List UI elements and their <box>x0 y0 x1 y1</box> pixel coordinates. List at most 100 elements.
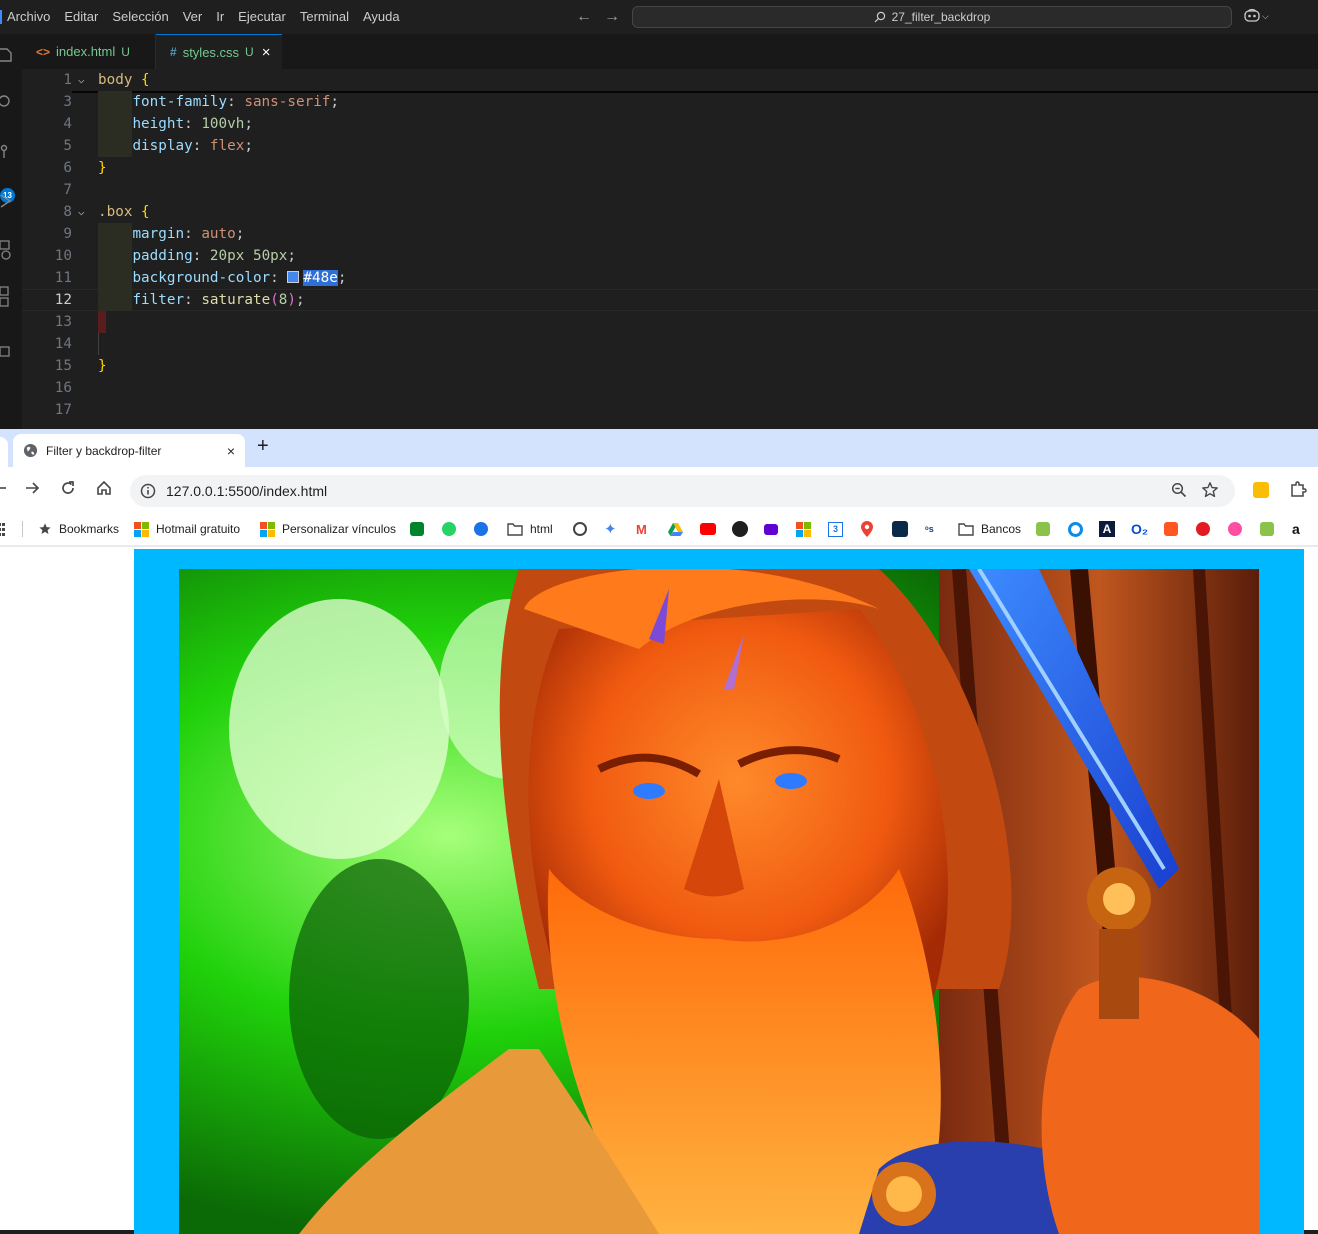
forward-arrow-icon[interactable]: → <box>604 8 620 26</box>
code-editor[interactable]: 1 ⌵ body { 3 font-family: sans-serif; 4 … <box>22 69 1318 429</box>
run-debug-icon[interactable] <box>0 194 12 208</box>
color-swatch[interactable] <box>287 270 300 283</box>
css-function: saturate <box>201 292 271 308</box>
bookmark-drive[interactable] <box>668 513 683 545</box>
code-line: 6 } <box>22 157 1318 179</box>
bookmark-label: Hotmail gratuito <box>156 522 241 536</box>
extensions-icon[interactable] <box>0 286 12 307</box>
copilot-icon <box>1244 8 1260 25</box>
line-number: 16 <box>54 380 72 396</box>
bookmark-octopus[interactable] <box>1228 513 1242 545</box>
bookmark-personalizar[interactable]: Personalizar vínculos <box>260 513 396 545</box>
activity-bar: 13 <box>0 34 22 429</box>
browser-toolbar: 127.0.0.1:5500/index.html <box>0 467 1318 513</box>
bookmark-youtube[interactable] <box>700 513 716 545</box>
bookmark-a-dark[interactable] <box>892 513 908 545</box>
extensions-puzzle-icon[interactable] <box>1289 480 1307 498</box>
home-icon[interactable] <box>96 480 112 496</box>
back-arrow-icon[interactable]: ← <box>576 8 592 26</box>
page-viewport <box>0 545 1318 1234</box>
close-tab-icon[interactable]: × <box>262 44 271 61</box>
copilot-menu-button[interactable]: ⌵ <box>1244 8 1269 25</box>
line-number: 9 <box>63 226 72 242</box>
keep-extension-icon[interactable] <box>1253 482 1269 498</box>
new-tab-button[interactable]: + <box>257 435 269 458</box>
bookmark-microsoft[interactable] <box>796 513 811 545</box>
menu-ejecutar[interactable]: Ejecutar <box>231 0 293 34</box>
address-bar[interactable]: 127.0.0.1:5500/index.html <box>130 475 1235 507</box>
folder-icon <box>958 522 974 536</box>
css-value: flex <box>209 138 245 154</box>
reload-icon[interactable] <box>60 480 76 496</box>
code-line: 11 background-color: #48e; <box>22 267 1318 289</box>
os-brand-icon: ᵒs <box>925 524 934 534</box>
zoom-icon[interactable] <box>1171 482 1187 498</box>
close-tab-icon[interactable]: × <box>227 443 235 459</box>
bookmark-bookmarks[interactable]: Bookmarks <box>38 513 119 545</box>
menu-ayuda[interactable]: Ayuda <box>356 0 407 34</box>
bookmark-star-icon[interactable] <box>1201 481 1219 499</box>
bookmark-yahoo-mail[interactable] <box>764 513 778 545</box>
tab-index-html[interactable]: <> index.html U <box>22 34 156 69</box>
bookmark-edge[interactable] <box>1068 513 1083 545</box>
menu-editar[interactable]: Editar <box>57 0 105 34</box>
colon: : <box>184 226 202 242</box>
bookmark-os[interactable]: ᵒs <box>925 513 934 545</box>
panel-icon[interactable] <box>0 346 12 360</box>
explorer-icon[interactable] <box>0 46 12 62</box>
menu-archivo[interactable]: Archivo <box>0 0 57 34</box>
tab-filename: index.html <box>56 44 116 59</box>
source-control-icon[interactable] <box>0 144 12 158</box>
bookmark-openai[interactable] <box>573 513 587 545</box>
paren: ( <box>270 292 279 308</box>
fold-chevron-icon[interactable]: ⌵ <box>78 69 85 91</box>
semicolon: ; <box>244 116 253 132</box>
command-center-search[interactable]: 27_filter_backdrop <box>632 6 1232 28</box>
fold-chevron-icon[interactable]: ⌵ <box>78 201 85 223</box>
bookmark-folder-bancos[interactable]: Bancos <box>958 513 1021 545</box>
bookmark-label: Bancos <box>981 522 1022 536</box>
code-line: 1 ⌵ body { <box>22 69 1318 91</box>
tab-styles-css[interactable]: # styles.css U × <box>156 34 282 69</box>
browser-tab-active[interactable]: Filter y backdrop-filter × <box>13 434 245 467</box>
bookmark-meet[interactable] <box>410 513 424 545</box>
bookmark-label: html <box>530 522 553 536</box>
apps-grid-icon[interactable] <box>0 513 6 545</box>
warrior-portrait-image <box>179 569 1259 1234</box>
remote-explorer-icon[interactable] <box>0 240 12 260</box>
semicolon: ; <box>244 138 253 154</box>
code-line: 3 font-family: sans-serif; <box>22 91 1318 113</box>
bookmark-maps[interactable] <box>861 513 873 545</box>
bookmark-folder-html[interactable]: html <box>507 513 553 545</box>
menu-ir[interactable]: Ir <box>209 0 231 34</box>
bookmark-label: Bookmarks <box>59 522 120 536</box>
bookmark-amazon[interactable]: a <box>1292 513 1300 545</box>
forward-arrow-icon[interactable] <box>24 480 40 496</box>
bookmark-extension-a[interactable] <box>1036 513 1050 545</box>
back-arrow-icon[interactable] <box>0 480 6 496</box>
bookmark-calendar[interactable]: 3 <box>828 513 843 545</box>
bookmarks-divider <box>22 521 23 537</box>
chevron-down-icon: ⌵ <box>1262 11 1269 21</box>
search-view-icon[interactable] <box>0 94 12 108</box>
site-info-icon[interactable] <box>140 483 156 499</box>
menu-ver[interactable]: Ver <box>176 0 210 34</box>
bookmark-o2[interactable]: O₂ <box>1131 513 1148 545</box>
bookmark-github[interactable] <box>732 513 748 545</box>
code-line: 16 <box>22 377 1318 399</box>
bookmark-gmail[interactable]: M <box>636 513 647 545</box>
bookmark-hotmail[interactable]: Hotmail gratuito <box>134 513 240 545</box>
bookmark-red-dots[interactable] <box>1196 513 1210 545</box>
bookmark-chat[interactable] <box>474 513 488 545</box>
tab-edge <box>0 437 8 467</box>
bookmark-whatsapp[interactable] <box>442 513 456 545</box>
bookmark-a-letter[interactable]: A <box>1099 513 1115 545</box>
line-number: 1 <box>63 72 72 88</box>
semicolon: ; <box>337 270 347 286</box>
menu-terminal[interactable]: Terminal <box>293 0 356 34</box>
bookmark-s[interactable] <box>1164 513 1178 545</box>
menu-seleccion[interactable]: Selección <box>105 0 175 34</box>
o2-icon: O₂ <box>1131 521 1149 537</box>
bookmark-extension-b[interactable] <box>1260 513 1274 545</box>
bookmark-gemini[interactable]: ✦ <box>604 513 617 545</box>
